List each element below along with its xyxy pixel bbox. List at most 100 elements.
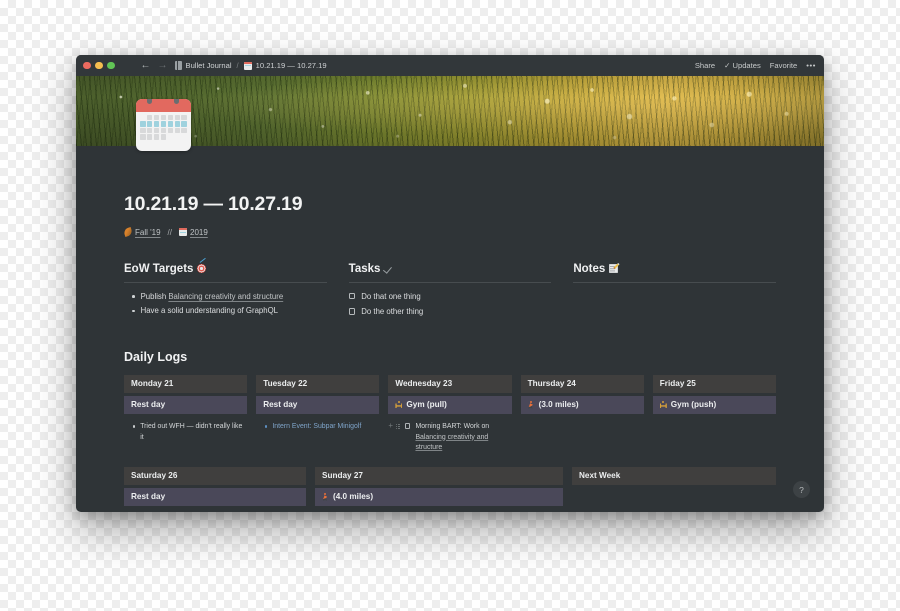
column-eow-targets: EoW Targets Publish Balancing creativity… bbox=[124, 263, 349, 322]
share-button[interactable]: Share bbox=[695, 61, 715, 70]
task-label: Do that one thing bbox=[361, 291, 421, 301]
calendar-icon bbox=[179, 228, 187, 236]
day-header[interactable]: Tuesday 22 bbox=[256, 374, 380, 393]
task-label: Do the other thing bbox=[361, 307, 424, 317]
day-column-friday: Friday 25 Gym (push) bbox=[652, 374, 776, 457]
updates-label: Updates bbox=[732, 61, 761, 70]
day-header[interactable]: Thursday 24 bbox=[520, 374, 644, 393]
add-block-icon[interactable]: + bbox=[388, 422, 393, 430]
day-header[interactable]: Sunday 27 bbox=[315, 466, 563, 485]
day-activity[interactable]: Gym (pull) bbox=[388, 395, 512, 414]
day-activity[interactable]: (4.0 miles) bbox=[315, 487, 563, 506]
weekend-grid: Saturday 26 Rest day Sunday 27 (4.0 mile… bbox=[124, 466, 776, 506]
eow-target-text-2: Have a solid understanding of GraphQL bbox=[140, 306, 278, 316]
day-activity[interactable]: Rest day bbox=[124, 487, 306, 506]
close-button[interactable] bbox=[83, 61, 91, 70]
drag-handle-icon[interactable] bbox=[396, 423, 400, 429]
day-column-saturday: Saturday 26 Rest day bbox=[124, 466, 306, 506]
bullet-dot bbox=[132, 309, 135, 313]
day-activity[interactable]: Gym (push) bbox=[652, 395, 776, 414]
task-checkbox[interactable] bbox=[348, 308, 356, 315]
titlebar-page-name: 10.21.19 — 10.27.19 bbox=[255, 61, 327, 70]
column-tasks: Tasks Do that one thing Do the other thi… bbox=[348, 263, 574, 322]
titlebar-breadcrumb-workspace[interactable]: Bullet Journal bbox=[174, 61, 232, 70]
day-header[interactable]: Friday 25 bbox=[652, 374, 776, 393]
day-notes bbox=[521, 414, 644, 422]
column-header-tasks: Tasks bbox=[349, 263, 552, 282]
day-header[interactable]: Monday 21 bbox=[124, 374, 248, 393]
eow-target-link-1[interactable]: Balancing creativity and structure bbox=[168, 292, 283, 301]
calendar-ring-left bbox=[147, 99, 152, 104]
titlebar-breadcrumb-page[interactable]: 10.21.19 — 10.27.19 bbox=[243, 61, 327, 70]
note-inline-link[interactable]: Balancing creativity and structure bbox=[415, 434, 488, 452]
note-item-link[interactable]: Intern Event: Subpar Minigolf bbox=[256, 422, 379, 433]
day-header[interactable]: Wednesday 23 bbox=[388, 374, 512, 393]
window-controls bbox=[83, 61, 115, 70]
calendar-emoji-icon bbox=[136, 99, 191, 151]
calendar-grid bbox=[140, 115, 187, 140]
day-activity-label: (4.0 miles) bbox=[333, 492, 374, 502]
day-activity-label: (3.0 miles) bbox=[538, 400, 579, 410]
day-activity[interactable]: Rest day bbox=[256, 395, 380, 414]
day-activity[interactable]: Rest day bbox=[124, 395, 248, 414]
section-title-daily-logs[interactable]: Daily Logs bbox=[124, 350, 776, 364]
breadcrumb-label-2019: 2019 bbox=[190, 227, 208, 237]
day-header[interactable]: Next Week bbox=[572, 466, 776, 485]
page-breadcrumbs: Fall '19 // 2019 bbox=[122, 226, 776, 238]
memo-icon bbox=[609, 263, 619, 274]
day-column-wednesday: Wednesday 23 Gym (pull) + Morning BART: … bbox=[388, 374, 512, 457]
day-notes: Intern Event: Subpar Minigolf bbox=[256, 414, 379, 433]
column-title-eow-targets: EoW Targets bbox=[124, 262, 194, 275]
day-column-thursday: Thursday 24 (3.0 miles) bbox=[520, 374, 644, 457]
task-checkbox[interactable] bbox=[348, 292, 356, 300]
column-title-tasks: Tasks bbox=[348, 262, 381, 275]
hamburger-icon[interactable] bbox=[123, 63, 134, 68]
day-activity-label: Gym (push) bbox=[670, 400, 717, 410]
breadcrumb-separator-slashes: // bbox=[167, 227, 172, 237]
checkmark-icon bbox=[384, 264, 393, 273]
task-item[interactable]: Do the other thing bbox=[348, 306, 552, 318]
column-divider bbox=[348, 281, 552, 283]
breadcrumb-separator: / bbox=[236, 61, 239, 70]
note-text: Tried out WFH — didn't really like it bbox=[140, 422, 243, 441]
task-item[interactable]: Do that one thing bbox=[348, 291, 552, 303]
page-icon-calendar[interactable] bbox=[136, 99, 191, 154]
bullet-dot bbox=[132, 295, 135, 298]
page-title[interactable]: 10.21.19 — 10.27.19 bbox=[124, 194, 776, 215]
minimize-button[interactable] bbox=[95, 61, 103, 70]
more-options-icon[interactable]: ••• bbox=[806, 61, 816, 70]
day-header[interactable]: Saturday 26 bbox=[124, 466, 306, 485]
note-text: Morning BART: Work on Balancing creativi… bbox=[415, 422, 511, 454]
day-column-next-week: Next Week bbox=[572, 466, 776, 506]
breadcrumb-link-2019[interactable]: 2019 bbox=[179, 228, 208, 237]
back-arrow-icon[interactable]: ← bbox=[141, 60, 151, 71]
breadcrumb-label-fall19: Fall '19 bbox=[135, 227, 161, 237]
column-title-notes: Notes bbox=[573, 262, 606, 275]
zoom-button[interactable] bbox=[107, 61, 115, 70]
note-checkbox[interactable] bbox=[405, 423, 411, 429]
day-activity[interactable]: (3.0 miles) bbox=[520, 395, 644, 414]
leaf-icon bbox=[122, 226, 134, 238]
list-item[interactable]: Have a solid understanding of GraphQL bbox=[124, 305, 327, 317]
note-link-text[interactable]: Intern Event: Subpar Minigolf bbox=[272, 422, 361, 433]
check-icon: ✓ bbox=[724, 61, 731, 70]
list-item[interactable]: Publish Balancing creativity and structu… bbox=[124, 291, 327, 303]
notes-empty-area[interactable] bbox=[573, 291, 776, 317]
note-item[interactable]: Tried out WFH — didn't really like it bbox=[124, 422, 247, 443]
updates-button[interactable]: ✓ Updates bbox=[724, 61, 761, 70]
note-item-todo[interactable]: + Morning BART: Work on Balancing creati… bbox=[388, 422, 511, 454]
titlebar-actions: Share ✓ Updates Favorite ••• bbox=[695, 61, 816, 70]
calendar-header-band bbox=[136, 99, 191, 112]
eow-target-prefix-1: Publish bbox=[140, 291, 169, 301]
weightlifter-icon bbox=[660, 400, 667, 409]
day-notes bbox=[653, 414, 776, 422]
bullet-dot bbox=[133, 425, 136, 428]
day-activity-label: Rest day bbox=[263, 400, 298, 410]
breadcrumb-link-fall19[interactable]: Fall '19 bbox=[122, 226, 161, 238]
forward-arrow-icon[interactable]: → bbox=[158, 60, 168, 71]
column-header-eow-targets: EoW Targets bbox=[124, 263, 327, 282]
note-text-prefix: Morning BART: Work on bbox=[415, 422, 490, 430]
favorite-button[interactable]: Favorite bbox=[770, 61, 797, 70]
help-button[interactable]: ? bbox=[793, 481, 810, 498]
day-activity-label: Rest day bbox=[131, 492, 166, 502]
